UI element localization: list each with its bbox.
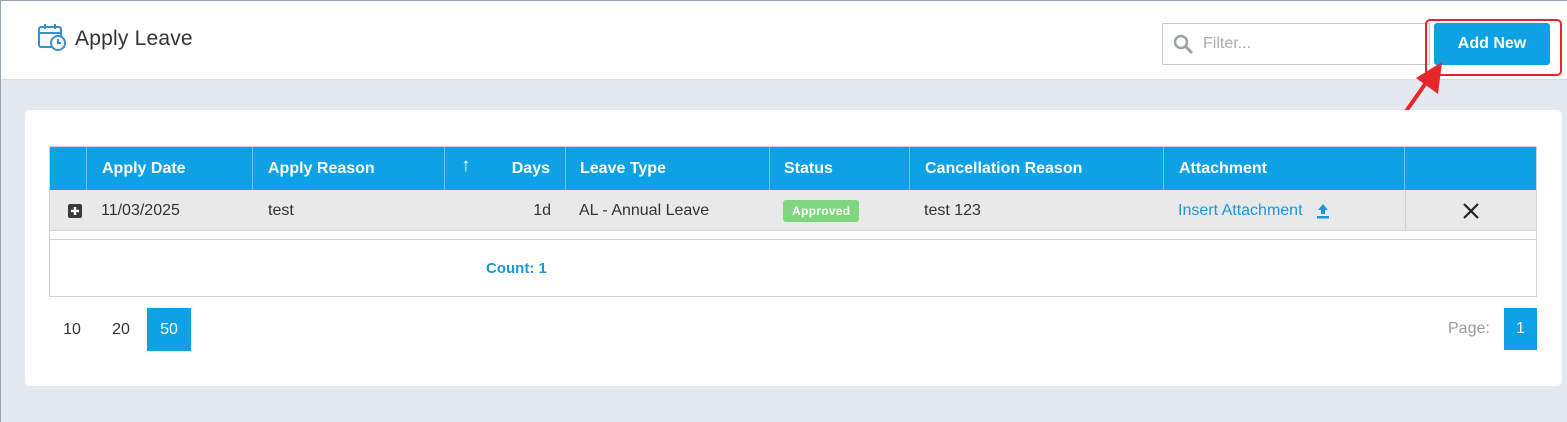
cell-apply-date: 11/03/2025 — [101, 201, 180, 219]
header-status[interactable]: Status — [770, 147, 910, 190]
search-icon — [1173, 34, 1193, 54]
header-apply-reason[interactable]: Apply Reason — [253, 147, 445, 190]
status-badge: Approved — [783, 199, 860, 222]
header-days[interactable]: ↑ Days — [445, 147, 566, 190]
cell-days: 1d — [533, 201, 551, 219]
record-count: Count: 1 — [486, 260, 547, 277]
cell-leave-type: AL - Annual Leave — [579, 201, 710, 219]
cell-apply-reason: test — [268, 201, 294, 219]
upload-icon[interactable] — [1315, 203, 1331, 219]
header-apply-date[interactable]: Apply Date — [87, 147, 253, 190]
insert-attachment-link[interactable]: Insert Attachment — [1178, 202, 1303, 220]
header-expand-col — [50, 147, 87, 190]
page-size-50[interactable]: 50 — [147, 308, 191, 351]
add-new-button[interactable]: Add New — [1434, 23, 1550, 65]
table-row: 11/03/2025 test 1d AL - Annual Leave App… — [50, 190, 1536, 231]
page-button-1[interactable]: 1 — [1504, 308, 1537, 350]
leave-grid: Apply Date Apply Reason ↑ Days Leave Typ… — [49, 146, 1537, 297]
page-size-10[interactable]: 10 — [50, 308, 94, 351]
page-size-20[interactable]: 20 — [99, 308, 143, 351]
plus-square-icon[interactable] — [68, 204, 82, 218]
header-cancellation-reason[interactable]: Cancellation Reason — [910, 147, 1164, 190]
grid-footer: Count: 1 — [50, 239, 1536, 297]
header-actions-col — [1405, 147, 1536, 190]
cell-cancellation-reason: test 123 — [924, 201, 981, 219]
header-attachment[interactable]: Attachment — [1164, 147, 1405, 190]
close-icon[interactable] — [1462, 202, 1480, 220]
plus-glyph — [71, 207, 79, 215]
header-leave-type[interactable]: Leave Type — [566, 147, 770, 190]
page-label: Page: — [1448, 320, 1490, 337]
cell-attachment: Insert Attachment — [1178, 190, 1331, 231]
grid-header: Apply Date Apply Reason ↑ Days Leave Typ… — [50, 147, 1536, 190]
calendar-clock-icon — [38, 24, 66, 51]
page-title: Apply Leave — [75, 27, 193, 50]
sort-ascending-icon: ↑ — [461, 155, 471, 176]
cell-status: Approved — [783, 190, 860, 231]
cell-actions — [1405, 190, 1536, 231]
filter-input[interactable] — [1203, 32, 1413, 56]
